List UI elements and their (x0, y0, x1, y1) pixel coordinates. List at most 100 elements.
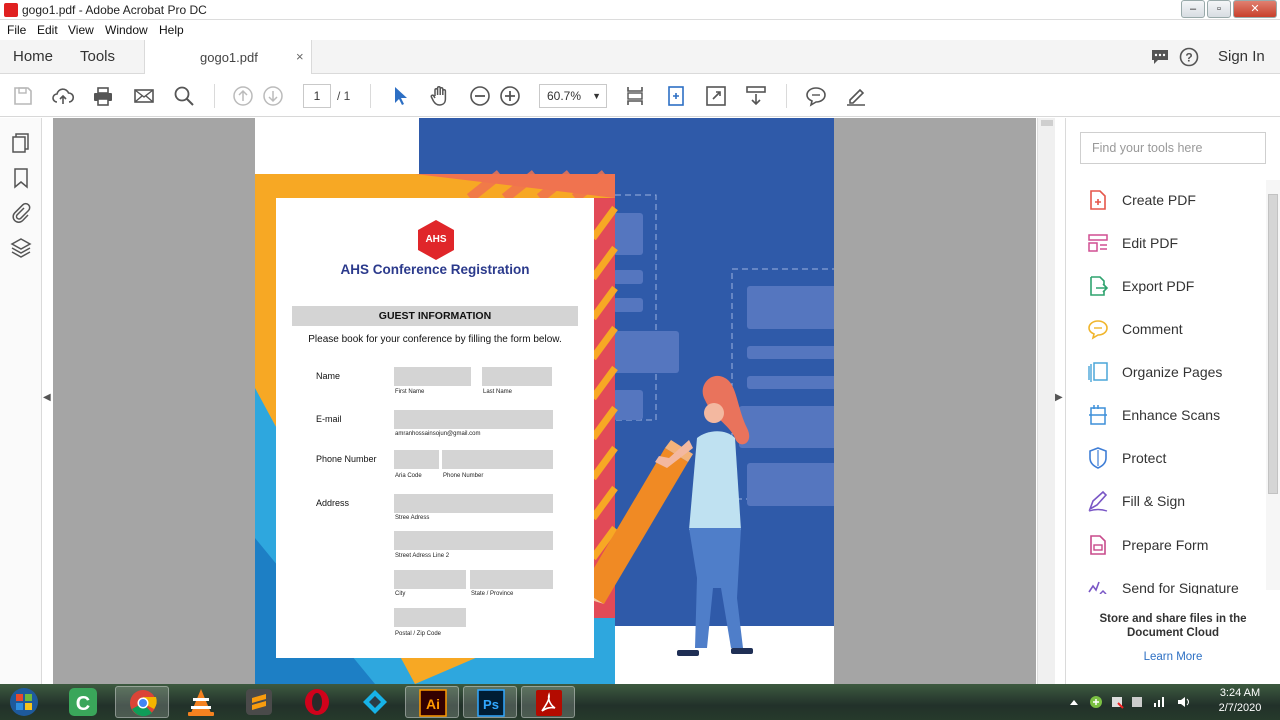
menu-help[interactable]: Help (159, 23, 184, 37)
menu-file[interactable]: File (7, 23, 26, 37)
tool-edit-pdf[interactable]: Edit PDF (1086, 227, 1266, 257)
zoom-in-icon[interactable] (498, 84, 522, 108)
tool-organize-pages[interactable]: Organize Pages (1086, 356, 1266, 386)
street-address-line2-hint: Street Adress Line 2 (395, 553, 450, 559)
document-viewport[interactable]: AHS AHS Conference Registration GUEST IN… (53, 118, 1036, 684)
tools-scrollbar[interactable] (1266, 180, 1280, 590)
first-name-field[interactable] (394, 367, 471, 386)
print-icon[interactable] (91, 84, 115, 108)
fit-page-icon[interactable] (664, 84, 688, 108)
tab-home[interactable]: Home (13, 48, 53, 65)
street-address-field[interactable] (394, 494, 553, 513)
tool-create-pdf[interactable]: Create PDF (1086, 184, 1266, 214)
highlight-pen-icon[interactable] (844, 84, 868, 108)
taskbar-sublime[interactable] (232, 686, 286, 718)
full-screen-icon[interactable] (704, 84, 728, 108)
zoom-out-icon[interactable] (468, 84, 492, 108)
postal-code-hint: Postal / Zip Code (395, 631, 442, 637)
city-field[interactable] (394, 570, 466, 589)
tab-tools[interactable]: Tools (80, 48, 115, 65)
taskbar-illustrator[interactable]: Ai (405, 686, 459, 718)
taskbar-opera[interactable] (290, 686, 344, 718)
street-address-line2-field[interactable] (394, 531, 553, 550)
search-icon[interactable] (172, 84, 196, 108)
tool-label: Enhance Scans (1122, 407, 1221, 423)
page-number-input[interactable]: 1 (303, 84, 331, 108)
phone-number-field[interactable] (442, 450, 553, 469)
save-icon[interactable] (11, 84, 35, 108)
area-code-field[interactable] (394, 450, 439, 469)
send-signature-icon (1088, 581, 1107, 594)
menu-window[interactable]: Window (105, 23, 148, 37)
system-tray[interactable] (1066, 694, 1206, 710)
email-field[interactable] (394, 410, 553, 429)
tools-scrollbar-thumb[interactable] (1268, 194, 1278, 494)
learn-more-link[interactable]: Learn More (1080, 651, 1266, 663)
menu-view[interactable]: View (68, 23, 94, 37)
email-hint: amranhossainsojun@gmail.com (395, 431, 481, 437)
menu-bar: File Edit View Window Help (0, 20, 1280, 40)
next-page-icon[interactable] (261, 84, 285, 108)
scrollbar-thumb[interactable] (1041, 120, 1053, 126)
email-icon[interactable] (132, 84, 156, 108)
comment-icon[interactable] (804, 84, 828, 108)
collapse-right-panel-icon[interactable]: ▶ (1055, 392, 1063, 403)
layers-icon[interactable] (10, 237, 32, 259)
window-title: gogo1.pdf - Adobe Acrobat Pro DC (22, 3, 207, 17)
svg-text:?: ? (1185, 51, 1192, 65)
postal-code-field[interactable] (394, 608, 466, 627)
taskbar-camtasia[interactable]: C (56, 686, 110, 718)
close-window-button[interactable]: ✕ (1233, 0, 1277, 18)
tool-prepare-form[interactable]: Prepare Form (1086, 529, 1266, 559)
read-mode-icon[interactable] (744, 84, 768, 108)
document-scrollbar[interactable] (1037, 118, 1055, 684)
tool-send-for-signature[interactable]: Send for Signature (1086, 572, 1266, 594)
form-intro-text: Please book for your conference by filli… (308, 334, 562, 345)
bookmarks-icon[interactable] (10, 167, 32, 189)
page-thumbnails-icon[interactable] (10, 132, 32, 154)
tool-label: Create PDF (1122, 192, 1196, 208)
tool-protect[interactable]: Protect (1086, 442, 1266, 472)
collapse-left-panel-icon[interactable]: ◀ (43, 392, 51, 403)
organize-pages-icon (1088, 362, 1108, 382)
help-icon[interactable]: ? (1179, 47, 1199, 67)
scrolling-mode-icon[interactable] (623, 84, 647, 108)
create-pdf-icon (1090, 190, 1106, 210)
hand-tool-icon[interactable] (428, 84, 452, 108)
tool-fill-sign[interactable]: Fill & Sign (1086, 485, 1266, 515)
logo-text: AHS (425, 234, 447, 245)
zoom-level-value: 60.7% (547, 89, 582, 103)
menu-edit[interactable]: Edit (37, 23, 58, 37)
tool-export-pdf[interactable]: Export PDF (1086, 270, 1266, 300)
page-total: / 1 (337, 89, 351, 103)
windows-start-icon (10, 688, 38, 716)
taskbar-chrome[interactable] (115, 686, 169, 718)
document-tab[interactable]: gogo1.pdf × (144, 40, 312, 74)
upload-cloud-icon[interactable] (51, 84, 75, 108)
address-label: Address (316, 498, 350, 508)
photoshop-icon: Ps (477, 689, 505, 717)
select-cursor-icon[interactable] (388, 84, 412, 108)
tool-comment[interactable]: Comment (1086, 313, 1266, 343)
zoom-level-select[interactable]: 60.7% ▼ (539, 84, 607, 108)
chat-icon[interactable] (1150, 47, 1170, 67)
taskbar-kodi[interactable] (348, 686, 402, 718)
taskbar-photoshop[interactable]: Ps (463, 686, 517, 718)
tools-search-input[interactable]: Find your tools here (1080, 132, 1266, 164)
state-field[interactable] (470, 570, 553, 589)
attachments-icon[interactable] (10, 202, 32, 224)
taskbar-clock[interactable]: 3:24 AM 2/7/2020 (1210, 686, 1270, 716)
taskbar-vlc[interactable] (174, 686, 228, 718)
tool-enhance-scans[interactable]: Enhance Scans (1086, 399, 1266, 429)
city-hint: City (395, 591, 406, 597)
maximize-button[interactable]: ▫ (1207, 0, 1231, 18)
close-tab-icon[interactable]: × (296, 49, 304, 64)
sign-in-link[interactable]: Sign In (1218, 48, 1265, 65)
previous-page-icon[interactable] (231, 84, 255, 108)
minimize-button[interactable]: – (1181, 0, 1205, 18)
comment-icon (1088, 320, 1108, 340)
last-name-field[interactable] (482, 367, 552, 386)
taskbar-acrobat[interactable] (521, 686, 575, 718)
street-address-hint: Stree Adress (395, 515, 430, 521)
start-button[interactable] (2, 686, 50, 718)
